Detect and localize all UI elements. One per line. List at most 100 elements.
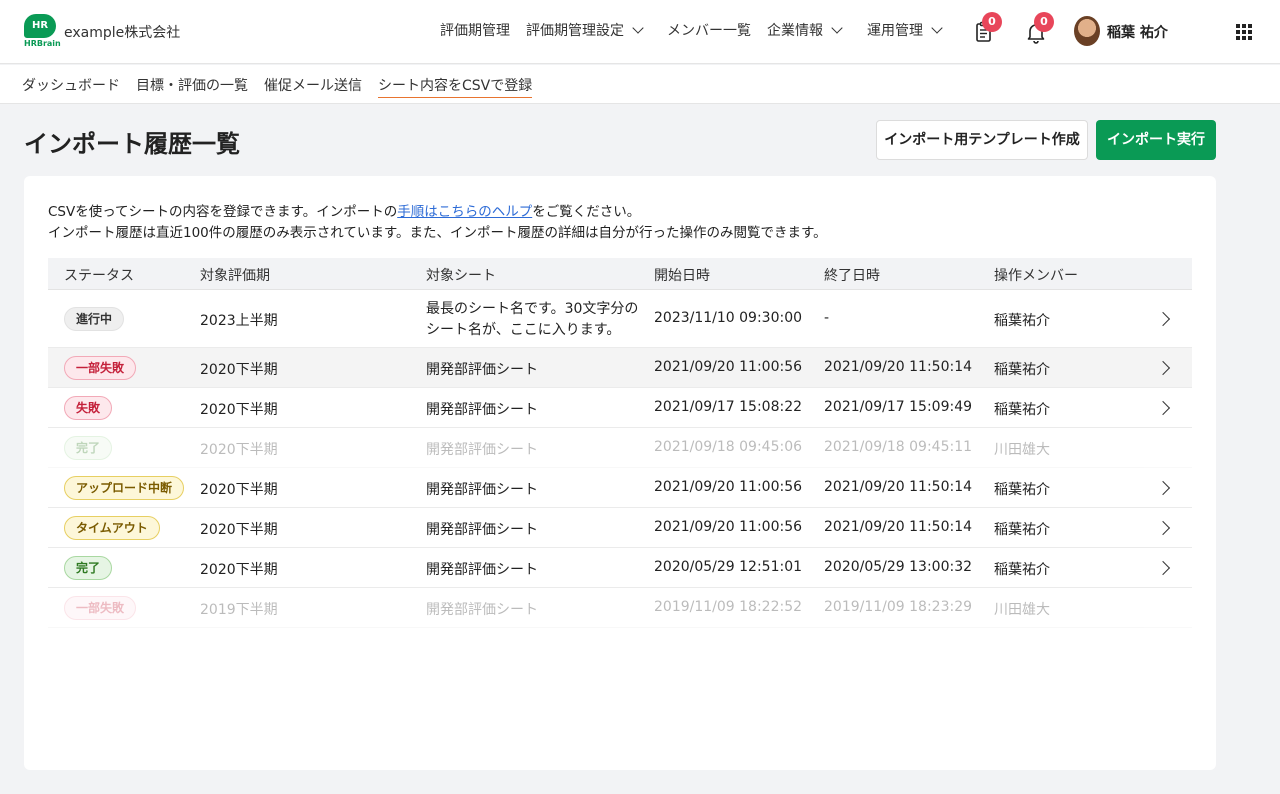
member-cell: 川田雄大 <box>994 442 1050 458</box>
header-period: 対象評価期 <box>200 268 270 284</box>
period-cell: 2020下半期 <box>200 442 278 458</box>
table-row[interactable]: アップロード中断 2020下半期 開発部評価シート 2021/09/20 11:… <box>48 468 1192 508</box>
header-sheet: 対象シート <box>426 268 496 284</box>
table-row[interactable]: 完了 2020下半期 開発部評価シート 2020/05/29 12:51:01 … <box>48 548 1192 588</box>
member-cell: 稲葉祐介 <box>994 362 1050 378</box>
description-text: CSVを使ってシートの内容を登録できます。インポートの <box>48 204 398 220</box>
header-status: ステータス <box>64 268 134 284</box>
period-cell: 2020下半期 <box>200 562 278 578</box>
nav-item-company-info[interactable]: 企業情報 <box>767 20 843 40</box>
chevron-down-icon <box>931 21 943 34</box>
chevron-down-icon <box>632 21 644 34</box>
member-cell: 稲葉祐介 <box>994 402 1050 418</box>
end-cell: 2019/11/09 18:23:29 <box>824 599 973 615</box>
status-badge: 一部失敗 <box>64 356 137 380</box>
create-template-button[interactable]: インポート用テンプレート作成 <box>876 120 1088 160</box>
status-badge: 完了 <box>64 556 113 580</box>
table-row[interactable]: 失敗 2020下半期 開発部評価シート 2021/09/17 15:08:22 … <box>48 388 1192 428</box>
nav-item-label: 評価期管理 <box>440 23 510 39</box>
chevron-right-icon[interactable] <box>1155 311 1171 327</box>
app-switcher-grid-icon[interactable] <box>1236 24 1252 40</box>
table-row[interactable]: 進行中 2023上半期 最長のシート名です。30文字分のシート名が、ここに入りま… <box>48 290 1192 348</box>
tab-csv-import[interactable]: シート内容をCSVで登録 <box>378 75 533 98</box>
nav-item-label: 運用管理 <box>867 23 923 39</box>
start-cell: 2019/11/09 18:22:52 <box>654 599 803 615</box>
sheet-cell: 開発部評価シート <box>426 482 538 498</box>
tab-goals-evaluations[interactable]: 目標・評価の一覧 <box>136 75 248 97</box>
start-cell: 2021/09/18 09:45:06 <box>654 439 803 455</box>
sheet-cell: 最長のシート名です。30文字分のシート名が、ここに入ります。 <box>426 301 639 338</box>
status-cell: 完了 <box>64 436 113 460</box>
status-cell: 完了 <box>64 556 113 580</box>
nav-item-operations[interactable]: 運用管理 <box>867 20 943 40</box>
end-cell: 2021/09/20 11:50:14 <box>824 519 973 535</box>
start-cell: 2023/11/10 09:30:00 <box>654 310 803 326</box>
table-row[interactable]: タイムアウト 2020下半期 開発部評価シート 2021/09/20 11:00… <box>48 508 1192 548</box>
chevron-down-icon <box>831 21 843 34</box>
start-cell: 2021/09/20 11:00:56 <box>654 359 803 375</box>
notification-button[interactable]: 0 <box>1024 12 1054 44</box>
member-cell: 稲葉祐介 <box>994 313 1050 329</box>
sheet-cell: 開発部評価シート <box>426 522 538 538</box>
status-badge: 完了 <box>64 436 113 460</box>
end-cell: 2021/09/20 11:50:14 <box>824 359 973 375</box>
header-member: 操作メンバー <box>994 268 1078 284</box>
user-name[interactable]: 稲葉 祐介 <box>1107 22 1168 42</box>
nav-item-label: 企業情報 <box>767 23 823 39</box>
sheet-cell: 開発部評価シート <box>426 402 538 418</box>
nav-item-evaluation-settings[interactable]: 評価期管理設定 <box>526 20 644 40</box>
table-header: ステータス 対象評価期 対象シート 開始日時 終了日時 操作メンバー <box>48 258 1192 290</box>
page-title: インポート履歴一覧 <box>24 130 240 158</box>
logo-badge: HR <box>24 14 56 38</box>
start-cell: 2021/09/17 15:08:22 <box>654 399 803 415</box>
help-link[interactable]: 手順はこちらのヘルプ <box>397 204 532 220</box>
description-text: をご覧ください。 <box>532 204 641 220</box>
end-cell: 2021/09/20 11:50:14 <box>824 479 973 495</box>
sheet-cell: 開発部評価シート <box>426 442 538 458</box>
table-row: 一部失敗 2019下半期 開発部評価シート 2019/11/09 18:22:5… <box>48 588 1192 628</box>
hrbrain-logo[interactable]: HR HRBrain <box>24 14 61 50</box>
period-cell: 2020下半期 <box>200 362 278 378</box>
chevron-right-icon[interactable] <box>1155 360 1171 376</box>
nav-item-label: メンバー一覧 <box>667 23 751 39</box>
period-cell: 2023上半期 <box>200 313 278 329</box>
end-cell: 2021/09/17 15:09:49 <box>824 399 973 415</box>
header-end: 終了日時 <box>824 268 880 284</box>
nav-item-evaluation-period[interactable]: 評価期管理 <box>440 20 510 40</box>
start-cell: 2021/09/20 11:00:56 <box>654 519 803 535</box>
period-cell: 2020下半期 <box>200 402 278 418</box>
member-cell: 稲葉祐介 <box>994 522 1050 538</box>
status-cell: 一部失敗 <box>64 356 137 380</box>
user-avatar[interactable] <box>1074 16 1100 46</box>
logo-subtext: HRBrain <box>24 39 61 48</box>
status-badge: タイムアウト <box>64 516 160 540</box>
run-import-button[interactable]: インポート実行 <box>1096 120 1216 160</box>
member-cell: 稲葉祐介 <box>994 562 1050 578</box>
end-cell: 2020/05/29 13:00:32 <box>824 559 973 575</box>
start-cell: 2021/09/20 11:00:56 <box>654 479 803 495</box>
status-cell: 失敗 <box>64 396 113 420</box>
chevron-right-icon[interactable] <box>1155 400 1171 416</box>
description-line-2: インポート履歴は直近100件の履歴のみ表示されています。また、インポート履歴の詳… <box>48 225 827 241</box>
tab-reminder-mail[interactable]: 催促メール送信 <box>264 75 362 97</box>
member-cell: 川田雄大 <box>994 602 1050 618</box>
table-row: 完了 2020下半期 開発部評価シート 2021/09/18 09:45:06 … <box>48 428 1192 468</box>
tab-dashboard[interactable]: ダッシュボード <box>22 75 120 97</box>
period-cell: 2019下半期 <box>200 602 278 618</box>
description: CSVを使ってシートの内容を登録できます。インポートの手順はこちらのヘルプをご覧… <box>48 202 827 244</box>
task-list-button[interactable]: 0 <box>972 12 1002 44</box>
chevron-right-icon[interactable] <box>1155 560 1171 576</box>
start-cell: 2020/05/29 12:51:01 <box>654 559 803 575</box>
chevron-right-icon[interactable] <box>1155 520 1171 536</box>
table-row[interactable]: 一部失敗 2020下半期 開発部評価シート 2021/09/20 11:00:5… <box>48 348 1192 388</box>
status-cell: タイムアウト <box>64 516 160 540</box>
status-cell: 進行中 <box>64 307 125 331</box>
sheet-cell: 開発部評価シート <box>426 562 538 578</box>
sheet-cell: 開発部評価シート <box>426 362 538 378</box>
status-cell: 一部失敗 <box>64 596 137 620</box>
member-cell: 稲葉祐介 <box>994 482 1050 498</box>
status-badge: 失敗 <box>64 396 113 420</box>
chevron-right-icon[interactable] <box>1155 480 1171 496</box>
nav-item-members[interactable]: メンバー一覧 <box>667 20 751 40</box>
task-count-badge: 0 <box>982 12 1002 32</box>
